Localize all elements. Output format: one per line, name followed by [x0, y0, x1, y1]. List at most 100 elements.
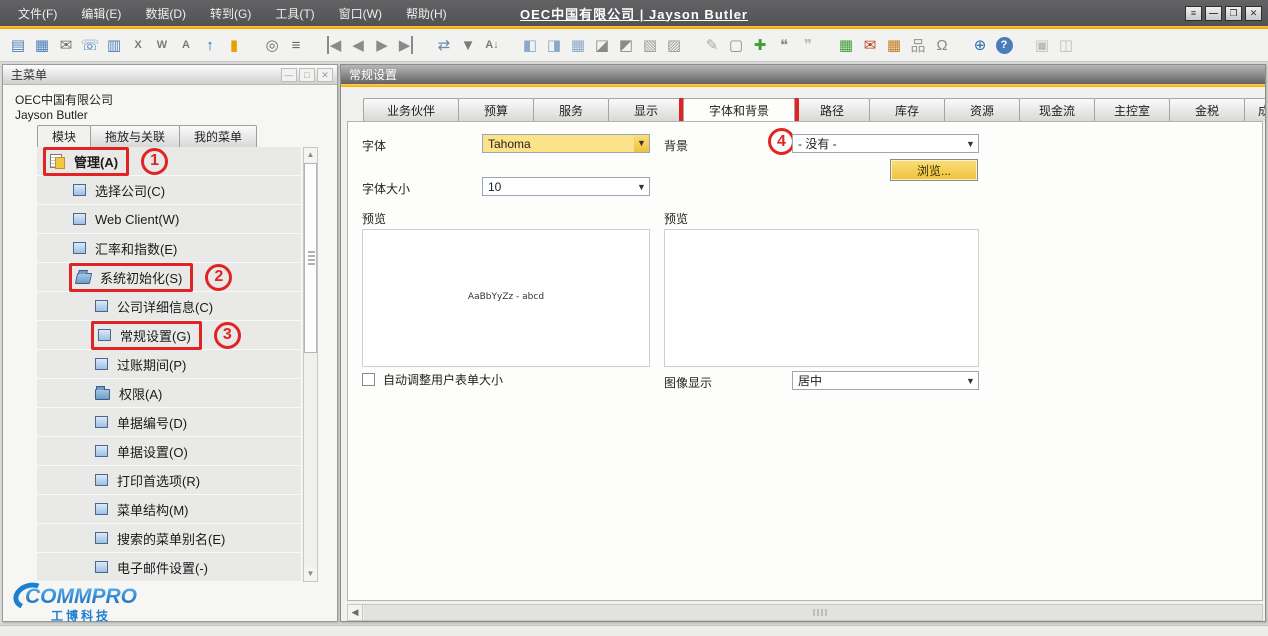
image-display-select[interactable]: 居中 ▼ — [792, 371, 979, 390]
create-form-icon[interactable]: ▢ — [724, 33, 748, 57]
font-size-select[interactable]: 10 ▼ — [482, 177, 650, 196]
tree-row-9[interactable]: 单据编号(D) — [37, 408, 301, 437]
target-document-icon[interactable]: ▨ — [662, 33, 686, 57]
web-client-icon[interactable]: ⊕ — [968, 33, 992, 57]
copy-from-icon[interactable]: ◨ — [542, 33, 566, 57]
horizontal-scrollbar-thumb[interactable] — [364, 605, 1262, 620]
main-menu-tab-1[interactable]: 拖放与关联 — [90, 125, 180, 147]
panel-minimize-icon[interactable]: — — [281, 68, 297, 82]
scroll-up-icon[interactable]: ▲ — [304, 148, 317, 162]
background-select[interactable]: - 没有 - ▼ — [792, 134, 979, 153]
main-menu-tab-2[interactable]: 我的菜单 — [179, 125, 257, 147]
settings-tab-8[interactable]: 现金流 — [1019, 98, 1095, 121]
tree-row-12[interactable]: 菜单结构(M) — [37, 495, 301, 524]
autosize-checkbox[interactable] — [362, 373, 375, 386]
scroll-left-icon[interactable]: ◀ — [348, 605, 363, 620]
remarks-icon[interactable]: ❝ — [772, 33, 796, 57]
settings-tab-4[interactable]: 字体和背景 — [683, 98, 795, 121]
menu-item-6[interactable]: 帮助(H) — [396, 2, 457, 25]
change-log-icon[interactable]: ≡ — [284, 33, 308, 57]
help-icon[interactable]: ? — [992, 33, 1016, 57]
upload-icon[interactable]: ↑ — [198, 33, 222, 57]
lock-screen-icon[interactable]: ▮ — [222, 33, 246, 57]
settings-tab-5[interactable]: 路径 — [794, 98, 870, 121]
main-menu-tab-0[interactable]: 模块 — [37, 125, 91, 147]
scroll-down-icon[interactable]: ▼ — [304, 567, 317, 581]
panel-maximize-icon[interactable]: □ — [299, 68, 315, 82]
tree-scrollbar-thumb[interactable] — [304, 163, 317, 353]
print-icon[interactable]: ▦ — [30, 33, 54, 57]
find-icon[interactable]: ◎ — [260, 33, 284, 57]
tree-row-5[interactable]: 公司详细信息(C) — [37, 292, 301, 321]
tree-row-14[interactable]: 电子邮件设置(-) — [37, 553, 301, 582]
tree-row-10[interactable]: 单据设置(O) — [37, 437, 301, 466]
filter-icon[interactable]: ▼ — [456, 33, 480, 57]
payment-means-icon[interactable]: ◪ — [590, 33, 614, 57]
tree-row-11[interactable]: 打印首选项(R) — [37, 466, 301, 495]
tree-row-2[interactable]: Web Client(W) — [37, 205, 301, 234]
journal-entry-icon[interactable]: ▦ — [566, 33, 590, 57]
close-icon[interactable]: ✕ — [1245, 6, 1262, 21]
font-select[interactable]: Tahoma ▼ — [482, 134, 650, 153]
print-icon-glyph: ▦ — [35, 36, 49, 54]
tree-row-4[interactable]: 系统初始化(S)2 — [37, 263, 301, 292]
menu-item-5[interactable]: 窗口(W) — [329, 2, 392, 25]
previous-record-icon[interactable]: ◀ — [346, 33, 370, 57]
export-excel-icon[interactable]: X — [126, 33, 150, 57]
settings-titlebar[interactable]: 常规设置 — [341, 65, 1265, 84]
settings-tab-11[interactable]: 成 — [1244, 98, 1265, 121]
customize-icon[interactable]: ≡ — [1185, 6, 1202, 21]
settings-tab-6[interactable]: 库存 — [869, 98, 945, 121]
settings-tab-10[interactable]: 金税 — [1169, 98, 1245, 121]
tree-row-6[interactable]: 常规设置(G)3 — [37, 321, 301, 350]
next-record-icon[interactable]: ▶ — [370, 33, 394, 57]
form-settings-icon[interactable]: ✚ — [748, 33, 772, 57]
tree-row-13[interactable]: 搜索的菜单别名(E) — [37, 524, 301, 553]
user-icon[interactable]: Ω — [930, 33, 954, 57]
tree-scrollbar[interactable]: ▲ ▼ — [303, 147, 318, 582]
panel-close-icon[interactable]: ✕ — [317, 68, 333, 82]
price-report-icon[interactable]: ▦ — [882, 33, 906, 57]
mail-alert-icon[interactable]: ✉ — [858, 33, 882, 57]
menu-item-0[interactable]: 文件(F) — [8, 2, 67, 25]
org-chart-icon[interactable]: 品 — [906, 33, 930, 57]
calendar-icon[interactable]: ▦ — [834, 33, 858, 57]
menu-item-4[interactable]: 工具(T) — [265, 2, 324, 25]
tree-row-8[interactable]: 权限(A) — [37, 379, 301, 408]
fax-icon[interactable]: ▥ — [102, 33, 126, 57]
export-pdf-icon[interactable]: A — [174, 33, 198, 57]
settings-tab-3[interactable]: 显示 — [608, 98, 684, 121]
print-preview-icon[interactable]: ▤ — [6, 33, 30, 57]
sms-icon[interactable]: ☏ — [78, 33, 102, 57]
minimize-icon[interactable]: — — [1205, 6, 1222, 21]
tree-row-1[interactable]: 选择公司(C) — [37, 176, 301, 205]
tree-row-3[interactable]: 汇率和指数(E) — [37, 234, 301, 263]
menu-item-1[interactable]: 编辑(E) — [71, 2, 131, 25]
browse-button[interactable]: 浏览... — [890, 159, 978, 181]
first-record-icon[interactable]: ◀ — [322, 33, 346, 57]
menu-item-3[interactable]: 转到(G) — [200, 2, 261, 25]
email-icon[interactable]: ✉ — [54, 33, 78, 57]
support-expert-icon[interactable]: ◫ — [1054, 33, 1078, 57]
base-document-icon[interactable]: ▧ — [638, 33, 662, 57]
edit-icon[interactable]: ✎ — [700, 33, 724, 57]
menu-item-2[interactable]: 数据(D) — [135, 2, 196, 25]
settings-tab-7[interactable]: 资源 — [944, 98, 1020, 121]
collapse-remarks-icon[interactable]: ❞ — [796, 33, 820, 57]
horizontal-scrollbar[interactable]: ◀ — [347, 604, 1263, 621]
settings-tab-0[interactable]: 业务伙伴 — [363, 98, 459, 121]
gross-profit-icon[interactable]: ◩ — [614, 33, 638, 57]
restore-icon[interactable]: ❐ — [1225, 6, 1242, 21]
last-record-icon[interactable]: ▶ — [394, 33, 418, 57]
support-desktop-icon[interactable]: ▣ — [1030, 33, 1054, 57]
tree-row-7[interactable]: 过账期间(P) — [37, 350, 301, 379]
settings-tab-2[interactable]: 服务 — [533, 98, 609, 121]
export-word-icon[interactable]: W — [150, 33, 174, 57]
tree-row-0[interactable]: 管理(A)1 — [37, 147, 301, 176]
main-menu-titlebar[interactable]: 主菜单 —□✕ — [3, 65, 337, 85]
copy-to-icon[interactable]: ◧ — [518, 33, 542, 57]
sort-icon[interactable]: A↓ — [480, 33, 504, 57]
refresh-icon[interactable]: ⇄ — [432, 33, 456, 57]
settings-tab-1[interactable]: 预算 — [458, 98, 534, 121]
settings-tab-9[interactable]: 主控室 — [1094, 98, 1170, 121]
